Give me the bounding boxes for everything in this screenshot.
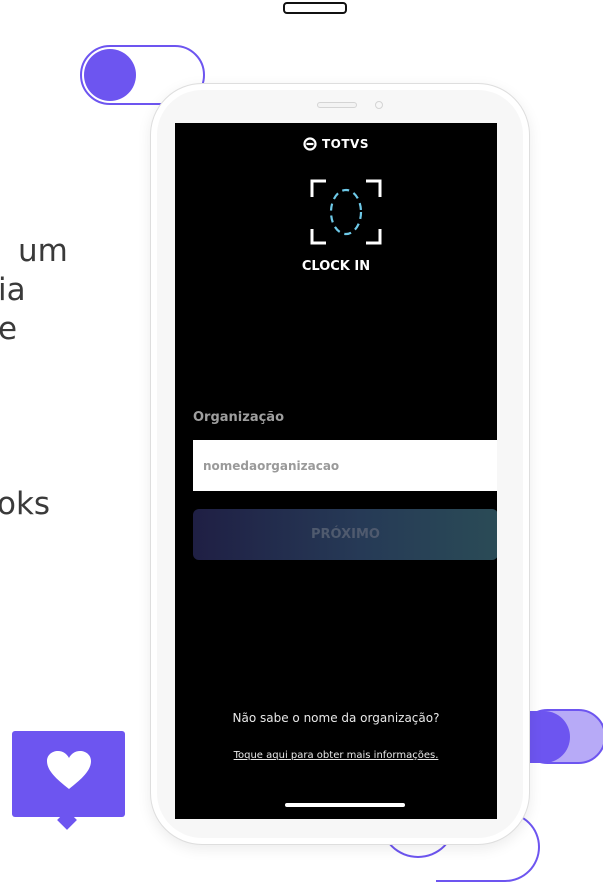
bg-text-1: um: [18, 233, 68, 269]
phone-camera: [375, 101, 383, 109]
phone-mockup: TOTVS CLOCK IN Organização PRÓXIMO Não s…: [150, 83, 530, 845]
top-handle-decoration: [283, 2, 347, 14]
app-title: CLOCK IN: [301, 259, 371, 274]
help-link[interactable]: Toque aqui para obter mais informações.: [175, 750, 497, 761]
toggle-knob: [84, 49, 136, 101]
organization-input[interactable]: [193, 440, 497, 491]
heart-icon: [47, 751, 91, 789]
bg-text-2: ia: [0, 272, 26, 308]
face-id-frame-icon: [310, 179, 382, 245]
help-question: Não sabe o nome da organização?: [232, 711, 440, 725]
organization-label: Organização: [193, 410, 284, 425]
brand-logo: TOTVS: [175, 137, 497, 151]
toggle-decoration-right: [518, 709, 603, 764]
bg-text-3: e: [0, 311, 18, 347]
heart-card-tail: [57, 810, 77, 830]
logo-text: TOTVS: [321, 137, 369, 151]
bg-text-4: oks: [0, 486, 51, 522]
heart-card: [12, 731, 125, 830]
home-indicator[interactable]: [285, 803, 405, 807]
phone-speaker: [317, 102, 357, 108]
next-button[interactable]: PRÓXIMO: [193, 509, 497, 560]
app-screen: TOTVS CLOCK IN Organização PRÓXIMO Não s…: [175, 123, 497, 819]
totvs-logo-icon: [303, 137, 317, 151]
